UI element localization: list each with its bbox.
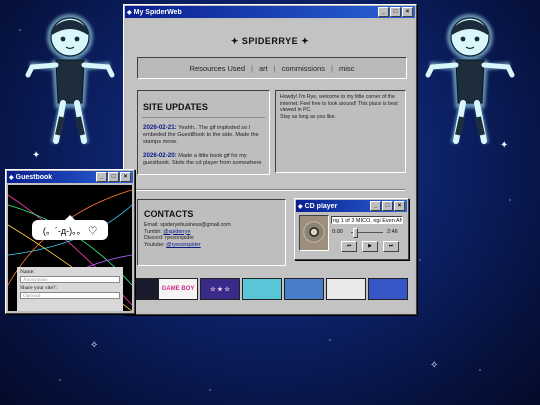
guestbook-title: Guestbook: [15, 173, 53, 181]
name-input[interactable]: Anonymous: [20, 276, 120, 283]
seek-thumb[interactable]: [353, 228, 358, 238]
stamp-button[interactable]: ☆ ★ ☆: [200, 278, 240, 300]
guestbook-window: ◆ Guestbook _ □ × (。´-д-)。。 ♡ Name: Anon…: [5, 169, 135, 314]
stamp-button[interactable]: [368, 278, 408, 300]
guestbook-titlebar[interactable]: ◆ Guestbook _ □ ×: [7, 171, 133, 183]
welcome-text: Howdy! I'm Rye, welcome to my little cor…: [280, 94, 398, 113]
close-button[interactable]: ×: [402, 7, 413, 17]
window-title: My SpiderWeb: [133, 8, 182, 16]
nav-bar: Resources Used | art | commissions | mis…: [137, 57, 407, 79]
youtube-link[interactable]: @ryesorspider: [166, 242, 201, 248]
guestbook-form: Name: Anonymous Share your site?: Option…: [17, 267, 123, 311]
update-date: 2026-02-20:: [143, 152, 177, 159]
welcome-subtext: Stay as long as you like.: [280, 113, 336, 120]
cd-player-titlebar[interactable]: ◆ CD player _ □ ×: [296, 200, 407, 212]
contacts-panel: CONTACTS Email: spideryebusiness@gmail.c…: [137, 199, 286, 266]
maximize-button[interactable]: □: [390, 7, 401, 17]
site-title: ✦ SPIDERRYE ✦: [230, 36, 310, 46]
maximize-button[interactable]: □: [382, 201, 393, 211]
star-icon: ✦: [230, 36, 242, 46]
disc-icon: [303, 221, 325, 243]
name-label: Name:: [20, 269, 35, 275]
update-entry: 2026-02-21: Yeahh.. The gif imploded so …: [138, 118, 269, 146]
speech-bubble: (。´-д-)。。 ♡: [32, 215, 108, 240]
track-title-marquee: ng 1 of 3 MICO, egi Even AN(: [331, 216, 403, 224]
site-label: Share your site?:: [20, 285, 57, 291]
time-elapsed: 0:00: [332, 229, 343, 235]
nav-separator: |: [251, 63, 253, 73]
cd-player-title: CD player: [304, 202, 338, 210]
maximize-button[interactable]: □: [108, 172, 119, 182]
star-icon: ✦: [298, 36, 310, 46]
main-window-body: ✦ SPIDERRYE ✦ Resources Used | art | com…: [126, 20, 414, 312]
nav-link-art[interactable]: art: [259, 64, 268, 73]
stamp-button-gameboy[interactable]: GAME BOY: [158, 278, 198, 300]
nav-link-commissions[interactable]: commissions: [282, 64, 325, 73]
play-button[interactable]: ▶: [362, 241, 378, 252]
update-entry: 2026-02-20: Made a little book gif for m…: [138, 146, 269, 167]
sparkle-icon: ✧: [90, 340, 99, 351]
stamp-button[interactable]: [284, 278, 324, 300]
contact-youtube: Youtube: @ryesorspider: [144, 241, 201, 248]
close-button[interactable]: ×: [120, 172, 131, 182]
divider: [135, 189, 405, 191]
minimize-button[interactable]: _: [378, 7, 389, 17]
close-button[interactable]: ×: [394, 201, 405, 211]
next-track-button[interactable]: ⏭: [383, 241, 399, 252]
mascot-left-image: [25, 14, 115, 144]
stamp-button-miku[interactable]: [242, 278, 282, 300]
cd-player-window: ◆ CD player _ □ × ng 1 of 3 MICO, egi Ev…: [294, 198, 409, 260]
contact-tumblr: Tumblr: @spiderrye: [144, 228, 191, 235]
nav-separator: |: [273, 63, 276, 73]
site-updates-panel[interactable]: SITE UPDATES 2026-02-21: Yeahh.. The gif…: [137, 90, 270, 175]
nav-link-misc[interactable]: misc: [339, 64, 354, 73]
album-art: [299, 215, 329, 251]
contact-email: Email: spideryebusiness@gmail.com: [144, 222, 231, 228]
sparkle-icon: ✦: [32, 150, 41, 161]
site-input[interactable]: Optional: [20, 292, 120, 299]
time-total: 2:46: [387, 229, 398, 235]
guestbook-body: (。´-д-)。。 ♡ Name: Anonymous Share your s…: [8, 185, 132, 311]
mascot-right-image: [425, 14, 515, 144]
nav-separator: |: [331, 63, 333, 73]
main-window: ◆ My SpiderWeb _ □ × ✦ SPIDERRYE ✦ Resou…: [123, 4, 417, 315]
welcome-panel: Howdy! I'm Rye, welcome to my little cor…: [275, 90, 406, 173]
contact-discord: Discord: ryesorspider: [144, 235, 195, 242]
contacts-heading: CONTACTS: [144, 209, 194, 219]
update-date: 2026-02-21:: [143, 124, 177, 131]
stamp-button-rainbow[interactable]: [326, 278, 366, 300]
minimize-button[interactable]: _: [370, 201, 381, 211]
sparkle-icon: ✦: [500, 140, 509, 151]
site-updates-heading: SITE UPDATES: [142, 91, 265, 118]
previous-track-button[interactable]: ⏮: [341, 241, 357, 252]
nav-link-resources[interactable]: Resources Used: [190, 64, 245, 73]
sparkle-icon: ✧: [430, 360, 439, 371]
minimize-button[interactable]: _: [96, 172, 107, 182]
tumblr-link[interactable]: @spiderrye: [163, 229, 190, 235]
main-window-titlebar[interactable]: ◆ My SpiderWeb _ □ ×: [125, 6, 415, 18]
